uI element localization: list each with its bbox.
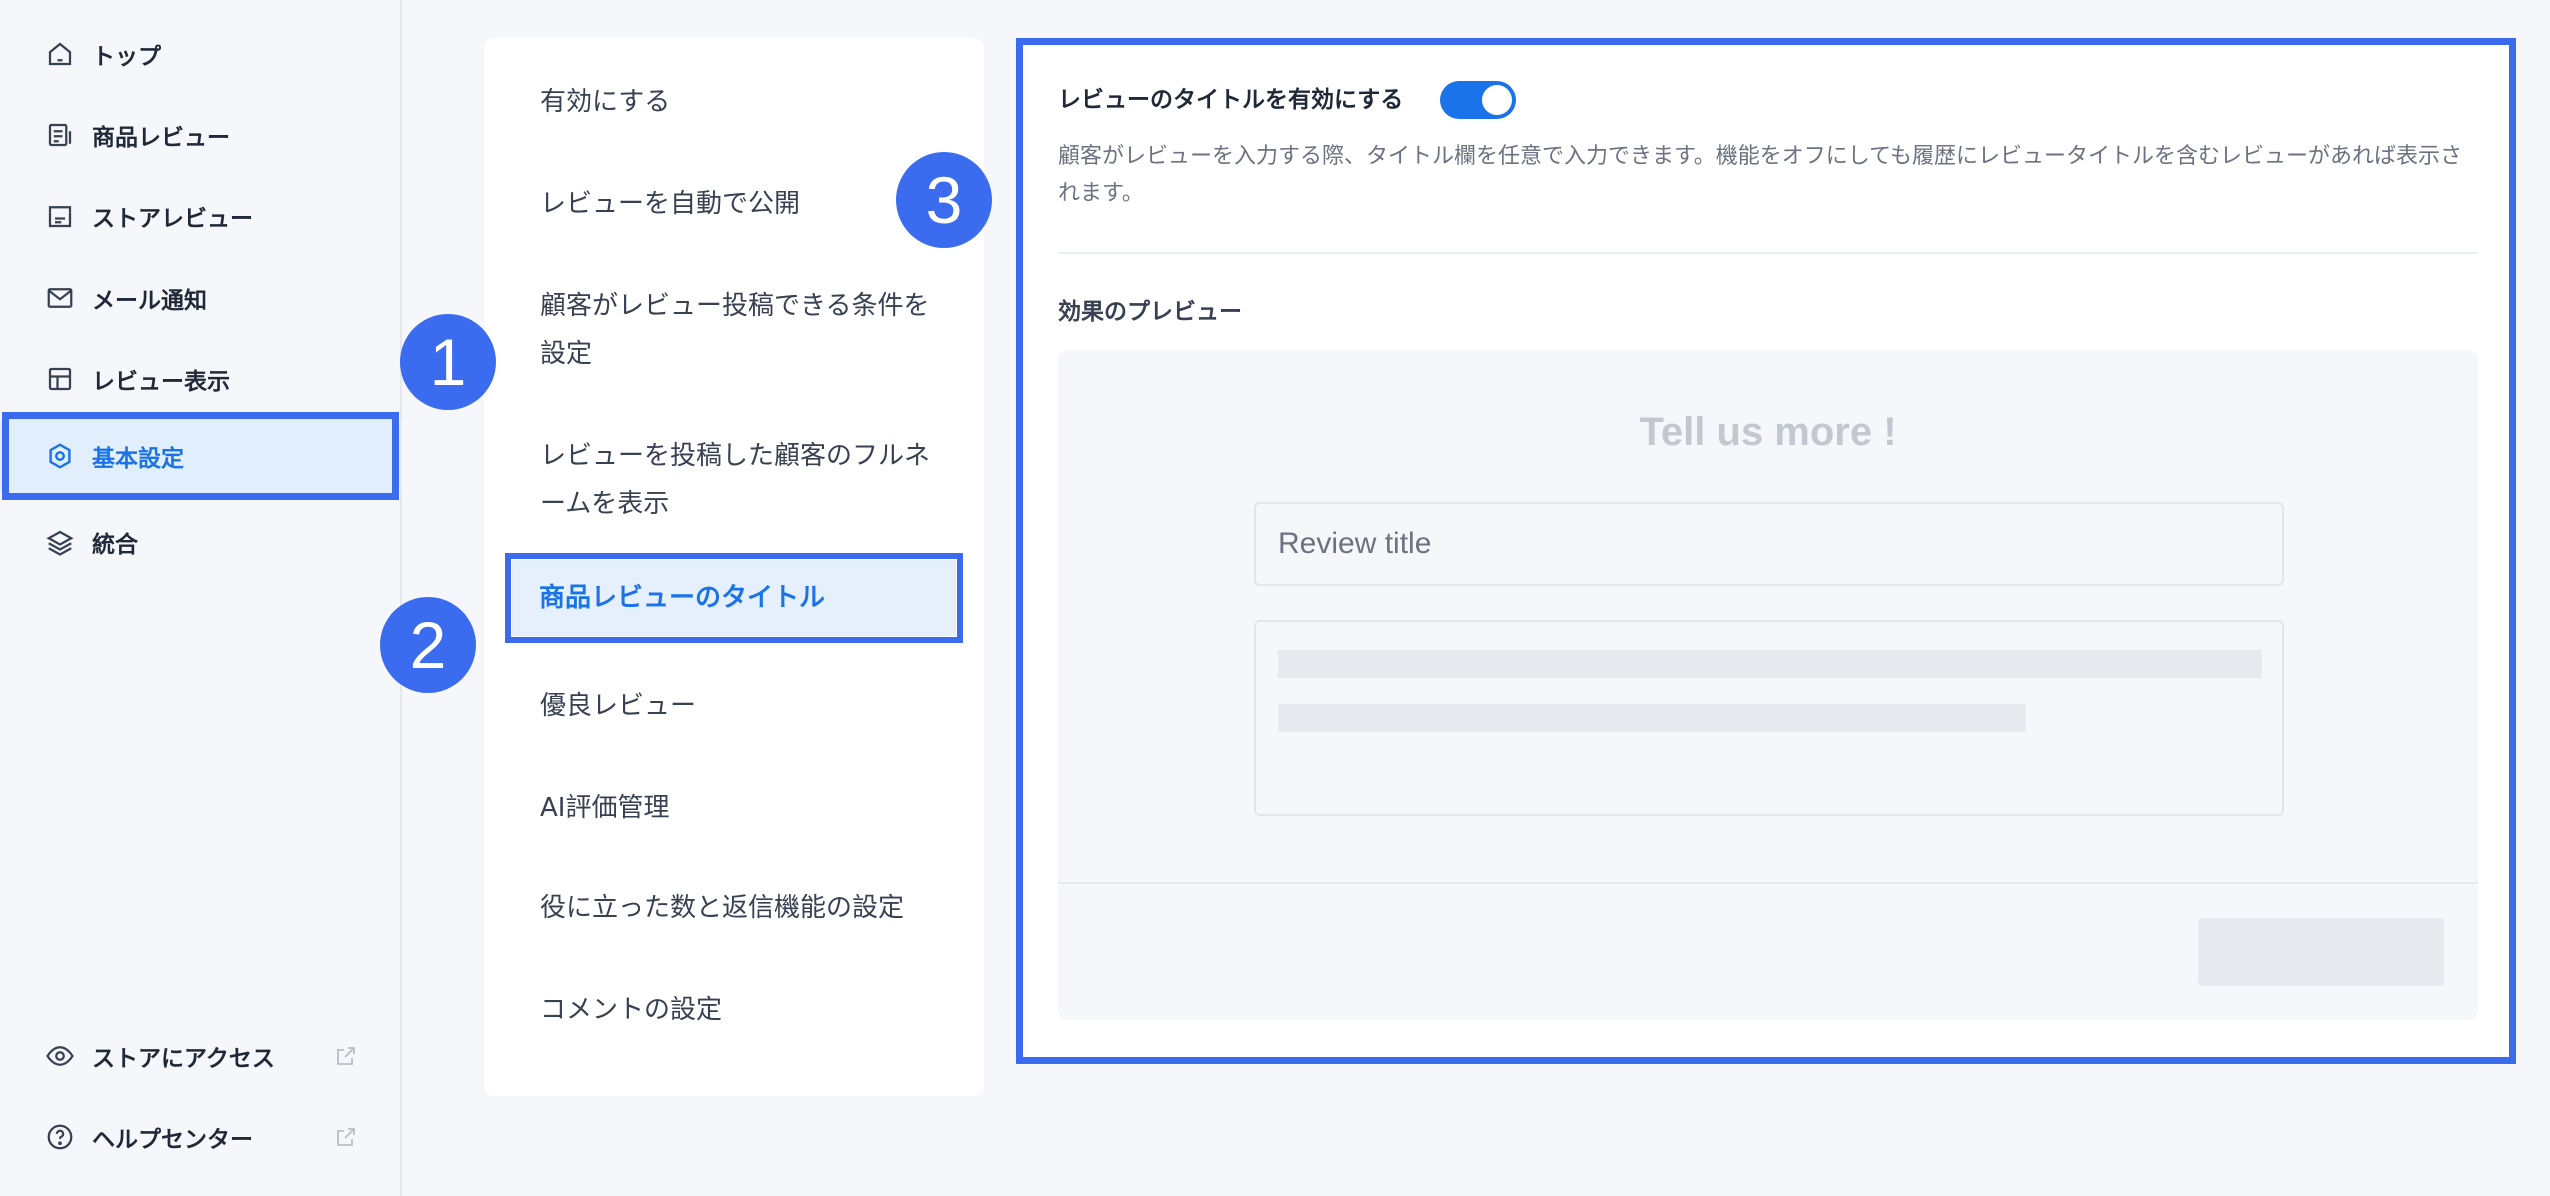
sidebar-item-top[interactable]: トップ — [0, 24, 402, 84]
sidebar-item-label: 基本設定 — [92, 446, 184, 472]
annotation-badge-2: 2 — [380, 597, 476, 693]
sidebar-item-product-review[interactable]: 商品レビュー — [0, 105, 402, 165]
preview-submit-button-placeholder — [2198, 918, 2444, 986]
skeleton-line — [1278, 704, 2026, 732]
skeleton-line — [1278, 650, 2262, 678]
menu-item-helpful-reply[interactable]: 役に立った数と返信機能の設定 — [540, 884, 960, 932]
preview-label: 効果のプレビュー — [1058, 299, 1242, 325]
help-icon — [44, 1121, 76, 1153]
preview-heading: Tell us more ! — [1639, 410, 1897, 454]
external-link-icon — [334, 1044, 358, 1068]
menu-item-excellent-review[interactable]: 優良レビュー — [540, 682, 960, 730]
menu-item-ai-rating[interactable]: AI評価管理 — [540, 784, 960, 832]
sidebar-item-label: ストアにアクセス — [92, 1046, 275, 1072]
sidebar: トップ 商品レビュー ストアレビュー メール通知 レビュー表示 基本設定 統合 … — [0, 0, 402, 1196]
menu-item-enable[interactable]: 有効にする — [540, 78, 960, 126]
layout-icon — [44, 363, 76, 395]
menu-item-comment-settings[interactable]: コメントの設定 — [540, 986, 960, 1034]
sidebar-item-label: ストアレビュー — [92, 206, 253, 232]
sidebar-item-review-display[interactable]: レビュー表示 — [0, 349, 402, 409]
store-icon — [44, 200, 76, 232]
layers-icon — [44, 526, 76, 558]
mail-icon — [44, 282, 76, 314]
toggle-label: レビューのタイトルを有効にする — [1058, 87, 1404, 113]
preview-title-input: Review title — [1254, 502, 2284, 586]
sidebar-item-label: 商品レビュー — [92, 125, 230, 151]
sidebar-item-label: トップ — [92, 44, 161, 70]
sidebar-item-help-center[interactable]: ヘルプセンター — [0, 1107, 402, 1167]
sidebar-item-label: レビュー表示 — [92, 369, 230, 395]
sidebar-item-label: メール通知 — [92, 288, 207, 314]
external-link-icon — [334, 1125, 358, 1149]
sidebar-item-integration[interactable]: 統合 — [0, 512, 402, 572]
sidebar-item-store-access[interactable]: ストアにアクセス — [0, 1026, 402, 1086]
settings-icon — [44, 440, 76, 472]
eye-icon — [44, 1040, 76, 1072]
divider — [1058, 252, 2478, 254]
preview-body-input — [1254, 620, 2284, 816]
annotation-badge-3: 3 — [896, 152, 992, 248]
enable-title-toggle[interactable] — [1440, 81, 1516, 119]
menu-item-post-conditions[interactable]: 顧客がレビュー投稿できる条件を設定 — [540, 282, 940, 378]
description-text: 顧客がレビューを入力する際、タイトル欄を任意で入力できます。機能をオフにしても履… — [1058, 144, 2463, 206]
sidebar-item-label: ヘルプセンター — [92, 1127, 253, 1153]
preview-footer-divider — [1058, 882, 2478, 884]
annotation-badge-1: 1 — [400, 314, 496, 410]
sidebar-item-basic-settings[interactable]: 基本設定 — [0, 419, 402, 493]
toggle-knob — [1482, 85, 1512, 115]
menu-item-full-name[interactable]: レビューを投稿した顧客のフルネームを表示 — [540, 432, 940, 528]
menu-item-review-title[interactable]: 商品レビューのタイトル — [512, 560, 956, 636]
product-review-icon — [44, 119, 76, 151]
sidebar-item-mail-notification[interactable]: メール通知 — [0, 268, 402, 328]
sidebar-item-store-review[interactable]: ストアレビュー — [0, 186, 402, 246]
home-icon — [44, 38, 76, 70]
sidebar-item-label: 統合 — [92, 532, 138, 558]
